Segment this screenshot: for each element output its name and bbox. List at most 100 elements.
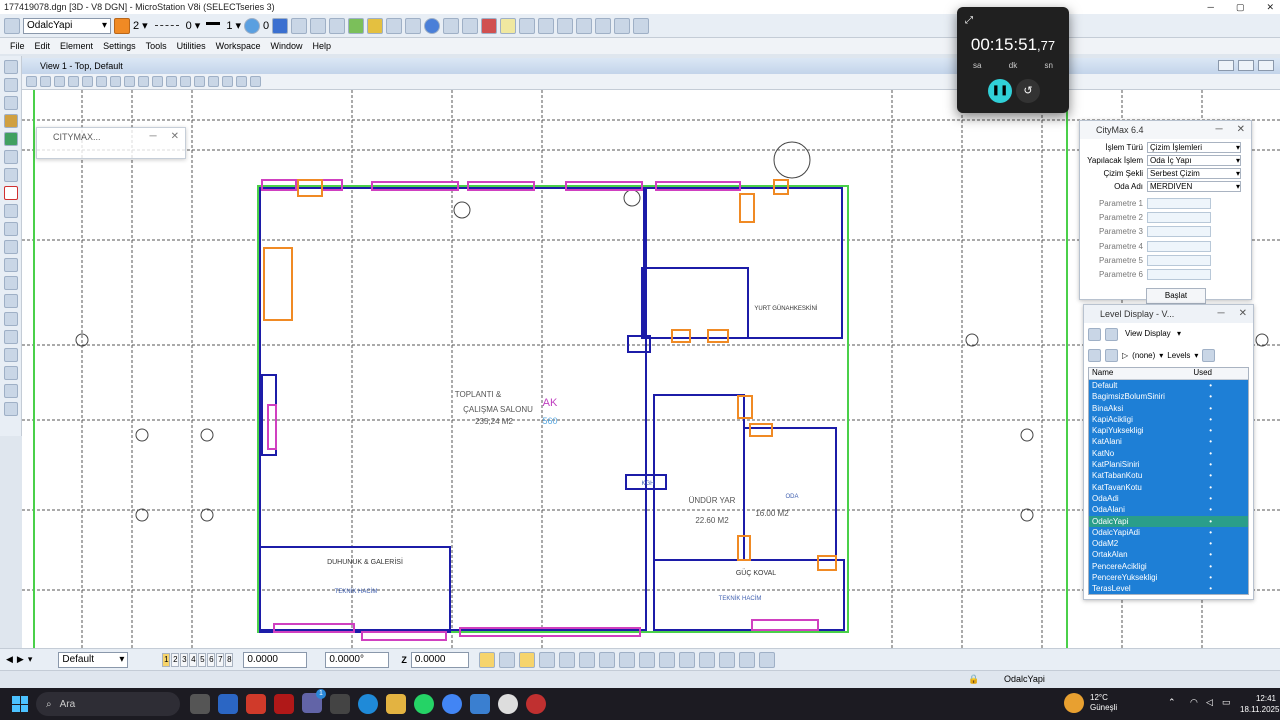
view-2-button[interactable]: 2 [171,652,180,667]
line-tool-icon[interactable] [519,17,536,34]
chevron-down-icon[interactable]: ▾ [1194,351,1198,360]
windows-start-icon[interactable] [12,696,28,712]
level-row[interactable]: BagimsizBolumSiniri • [1089,391,1248,402]
weather-widget[interactable]: 12°C Güneşli [1064,693,1117,713]
close-icon[interactable]: ✕ [171,128,179,146]
midpoint-snap-icon[interactable] [598,651,615,668]
window-area-icon[interactable] [96,76,107,87]
level-row[interactable]: KatPlaniSiniri • [1089,459,1248,470]
param-1-input[interactable] [1147,197,1211,209]
levels-select[interactable]: Levels [1167,351,1190,360]
raster-icon[interactable] [329,17,346,34]
reference-icon[interactable] [291,17,308,34]
clock[interactable]: 12:41 18.11.2025 [1240,693,1279,715]
zoom-in-icon[interactable] [68,76,79,87]
maximize-icon[interactable]: ▢ [1236,0,1245,14]
accusnap-icon[interactable] [478,651,495,668]
view-attr-select[interactable]: Default ▾ [58,651,129,668]
level-row[interactable]: PencereYuksekligi • [1089,572,1248,583]
menu-workspace[interactable]: Workspace [216,38,261,54]
param-3-input[interactable] [1147,226,1211,238]
chevron-down-icon[interactable]: ▾ [235,19,241,32]
menu-window[interactable]: Window [270,38,302,54]
measure-icon[interactable] [443,17,460,34]
view-display-select[interactable]: View Display ▾ [1122,326,1184,342]
view-icon[interactable] [272,17,289,34]
parallel-snap-icon[interactable] [678,651,695,668]
z-coordinate-input[interactable]: 0.0000 [410,651,469,668]
origin-snap-icon[interactable] [578,651,595,668]
fit-view-icon[interactable] [110,76,121,87]
teams-app[interactable]: 1 [298,688,326,716]
level-row[interactable]: OrtakAlan • [1089,549,1248,560]
task-view-icon[interactable] [190,694,210,714]
accudraw-icon[interactable] [386,17,403,34]
bisector-snap-icon[interactable] [698,651,715,668]
level-row[interactable]: OdalcYapi • [1089,515,1248,527]
level-row[interactable]: OdaM2 • [1089,538,1248,549]
cizim-sekli-select[interactable]: Serbest Çizim ▾ [1147,168,1241,179]
modify-tool-icon[interactable] [3,114,18,128]
polygon-draw-icon[interactable] [3,222,18,236]
clip-mask-icon[interactable] [222,76,233,87]
param-4-input[interactable] [1147,240,1211,252]
dimension-icon[interactable] [3,330,18,344]
menu-tools[interactable]: Tools [146,38,167,54]
active-level-select[interactable]: OdalcYapi ▾ [23,17,111,34]
chevron-down-icon[interactable]: ▾ [1159,351,1163,360]
tags-icon[interactable] [3,348,18,362]
level-manager-icon[interactable] [348,17,365,34]
close-icon[interactable]: ✕ [1239,305,1247,323]
pointer-icon[interactable] [1088,348,1101,362]
x-coordinate-input[interactable]: 0.0000 [243,651,308,668]
level-row[interactable]: OdaAlani • [1089,504,1248,515]
minimize-icon[interactable]: ─ [1216,121,1223,139]
pan-view-icon[interactable] [138,76,149,87]
line-style-icon[interactable] [154,25,179,26]
line-weight-icon[interactable] [206,21,221,30]
zoom-out-icon[interactable] [82,76,93,87]
level-row[interactable]: OdaAdi • [1089,493,1248,504]
display-style-icon[interactable] [236,76,247,87]
multi-snap-icon[interactable] [758,651,775,668]
copy-tool-icon[interactable] [3,384,18,398]
view-3-button[interactable]: 3 [180,652,189,667]
level-row[interactable]: KapiAcikligi • [1089,414,1248,425]
chatgpt-icon[interactable] [330,694,350,714]
settings-icon[interactable] [1202,348,1216,362]
office-icon[interactable] [246,694,266,714]
col-used[interactable]: Used [1193,368,1212,379]
menu-file[interactable]: File [10,38,25,54]
close-icon[interactable]: ✕ [1266,0,1274,14]
view-close-button[interactable] [1258,60,1274,71]
menu-edit[interactable]: Edit [35,38,51,54]
view-1-button[interactable]: 1 [162,652,171,667]
view-5-button[interactable]: 5 [198,652,207,667]
arc-draw-icon[interactable] [3,258,18,272]
whatsapp-icon[interactable] [414,694,434,714]
file-explorer-icon[interactable] [386,694,406,714]
camera-icon[interactable] [194,76,205,87]
view-7-button[interactable]: 7 [216,652,225,667]
delete-icon[interactable] [481,17,498,34]
view-restore-button[interactable] [1238,60,1254,71]
level-row[interactable]: BinaAksi • [1089,403,1248,414]
minimize-icon[interactable]: ─ [1218,305,1225,323]
through-point-snap-icon[interactable] [718,651,735,668]
menu-utilities[interactable]: Utilities [177,38,206,54]
start-button[interactable]: Başlat [1146,287,1206,304]
circle-draw-icon[interactable] [3,240,18,254]
param-2-input[interactable] [1147,211,1211,223]
forward-icon[interactable]: ▶ [17,654,24,665]
measure-tool-icon[interactable] [3,168,18,182]
select-tool-icon[interactable] [3,60,18,74]
intersection-snap-icon[interactable] [618,651,635,668]
model-icon[interactable] [310,17,327,34]
lock-icon[interactable]: 🔒 [968,674,979,685]
cell-icon[interactable] [3,294,18,308]
change-attributes-icon[interactable] [3,150,18,164]
netflix-icon[interactable] [274,694,294,714]
wifi-icon[interactable]: ◠ [1190,697,1198,708]
pattern-icon[interactable] [3,312,18,326]
update-view-icon[interactable] [40,76,51,87]
